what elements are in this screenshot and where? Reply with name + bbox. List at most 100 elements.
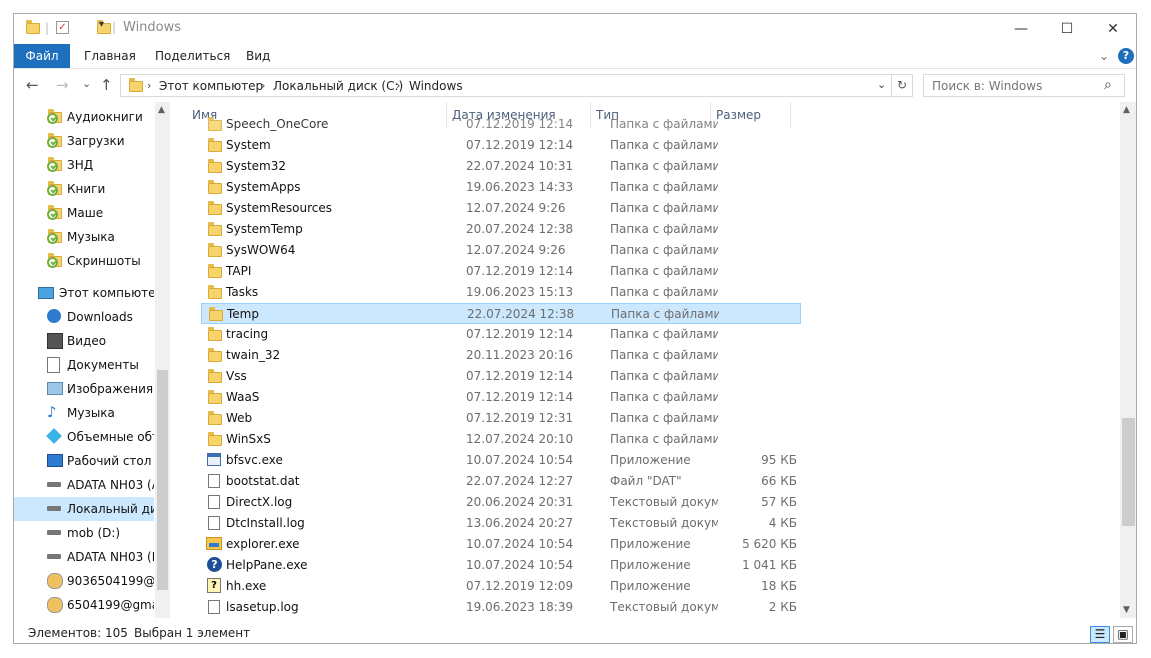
sidebar-item[interactable]: Музыка [14,225,154,249]
customize-toolbar-icon[interactable]: ▾ [99,19,104,35]
sidebar-item-label: Рабочий стол [67,454,152,468]
tab-home[interactable]: Главная [84,44,136,68]
file-type: Папка с файлами [610,138,718,152]
file-row[interactable]: Speech_OneCore 07.12.2019 12:14 Папка с фа… [201,114,801,135]
sidebar-item[interactable]: Аудиокниги [14,105,154,129]
sidebar-item[interactable]: ADATA NH03 (A: [14,473,154,497]
file-row[interactable]: lsasetup.log 19.06.2023 18:39 Текстовый до… [201,597,801,618]
file-date: 07.12.2019 12:14 [466,264,574,278]
file-date: 10.07.2024 10:54 [466,558,574,572]
file-row[interactable]: Temp 22.07.2024 12:38 Папка с файлами [201,303,801,324]
sidebar-item[interactable]: Этот компьютер [14,281,154,305]
file-date: 10.07.2024 10:54 [466,453,574,467]
scrollbar-thumb[interactable] [1122,418,1135,526]
properties-icon[interactable]: ✓ [56,21,69,34]
file-row[interactable]: WaaS 07.12.2019 12:14 Папка с файлами [201,387,801,408]
file-row[interactable]: SystemApps 19.06.2023 14:33 Папка с файлам… [201,177,801,198]
sidebar-item[interactable]: Загрузки [14,129,154,153]
sidebar-item[interactable]: Документы [14,353,154,377]
forward-button[interactable]: → [56,76,69,94]
file-row[interactable]: ? hh.exe 07.12.2019 12:09 Приложение 18 КБ [201,576,801,597]
file-row[interactable]: System 07.12.2019 12:14 Папка с файлами [201,135,801,156]
file-row[interactable]: tracing 07.12.2019 12:14 Папка с файлами [201,324,801,345]
file-name: SystemTemp [226,222,303,236]
sidebar-item[interactable]: Видео [14,329,154,353]
navigation-scrollbar[interactable]: ▲ [155,102,170,618]
sidebar-item[interactable]: Маше [14,201,154,225]
file-row[interactable]: bfsvc.exe 10.07.2024 10:54 Приложение 95 КБ [201,450,801,471]
file-name: DirectX.log [226,495,293,509]
sidebar-item[interactable]: Книги [14,177,154,201]
file-row[interactable]: Web 07.12.2019 12:31 Папка с файлами [201,408,801,429]
sidebar-item-label: Музыка [67,230,115,244]
tab-share[interactable]: Поделиться [155,44,230,68]
back-button[interactable]: ← [26,76,39,94]
search-input[interactable] [930,78,1104,94]
folder-icon [208,201,222,215]
sidebar-item[interactable]: Объемные объ [14,425,154,449]
file-list-scrollbar[interactable]: ▲ ▼ [1120,102,1136,618]
scroll-down-icon[interactable]: ▼ [1123,605,1130,615]
scrollbar-thumb[interactable] [157,370,168,590]
file-date: 10.07.2024 10:54 [466,537,574,551]
scroll-up-icon[interactable]: ▲ [158,105,165,115]
sidebar-item-label: Объемные объ [67,430,154,444]
file-row[interactable]: ? HelpPane.exe 10.07.2024 10:54 Приложение 1… [201,555,801,576]
sidebar-item[interactable]: Рабочий стол [14,449,154,473]
sidebar-item[interactable]: mob (D:) [14,521,154,545]
close-button[interactable]: ✕ [1090,14,1136,44]
video-icon [47,333,63,349]
file-row[interactable]: DirectX.log 20.06.2024 20:31 Текстовый док… [201,492,801,513]
help-icon[interactable]: ? [1118,48,1134,64]
explorer-window: | ✓ ▾ | Windows — ☐ ✕ Файл Главная Подел… [13,13,1137,644]
file-row[interactable]: DtcInstall.log 13.06.2024 20:27 Текстовый … [201,513,801,534]
breadcrumb-this-pc[interactable]: Этот компьютер [159,79,263,93]
scroll-up-icon[interactable]: ▲ [1123,105,1130,115]
file-row[interactable]: WinSxS 12.07.2024 20:10 Папка с файлами [201,429,801,450]
file-row[interactable]: TAPI 07.12.2019 12:14 Папка с файлами [201,261,801,282]
file-size: 57 КБ [761,495,797,509]
sidebar-item[interactable]: ADATA NH03 (E: [14,545,154,569]
file-type: Папка с файлами [611,307,719,321]
breadcrumb-separator[interactable]: › [261,79,265,92]
address-bar[interactable]: › Этот компьютер › Локальный диск (C:) ›… [120,74,892,97]
refresh-button[interactable]: ↻ [891,74,913,97]
breadcrumb-separator[interactable]: › [396,79,400,92]
file-row[interactable]: Tasks 19.06.2023 15:13 Папка с файлами [201,282,801,303]
file-list: ⌃ Имя Дата изменения Тип Размер Speech_O… [187,102,1120,618]
file-row[interactable]: SystemTemp 20.07.2024 12:38 Папка с файлам… [201,219,801,240]
file-row[interactable]: System32 22.07.2024 10:31 Папка с файлами [201,156,801,177]
sidebar-item[interactable]: Скриншоты [14,249,154,273]
maximize-button[interactable]: ☐ [1044,14,1090,44]
sidebar-item[interactable]: ЗНД [14,153,154,177]
breadcrumb-local-disk[interactable]: Локальный диск (C:) [273,79,403,93]
file-row[interactable]: explorer.exe 10.07.2024 10:54 Приложение 5 … [201,534,801,555]
file-row[interactable]: Vss 07.12.2019 12:14 Папка с файлами [201,366,801,387]
tab-file[interactable]: Файл [14,44,70,68]
breadcrumb-windows[interactable]: Windows [409,79,463,93]
file-row[interactable]: SystemResources 12.07.2024 9:26 Папка с фа… [201,198,801,219]
file-name: Speech_OneCore [226,117,329,131]
file-date: 12.07.2024 9:26 [466,201,566,215]
search-box[interactable]: ⌕ [923,74,1125,97]
address-dropdown-icon[interactable]: ⌄ [877,78,886,91]
file-size: 2 КБ [768,600,797,614]
search-icon[interactable]: ⌕ [1104,77,1112,93]
sidebar-item[interactable]: Локальный дис [14,497,154,521]
sidebar-item[interactable]: Downloads [14,305,154,329]
up-button[interactable]: ↑ [100,76,113,94]
file-row[interactable]: SysWOW64 12.07.2024 9:26 Папка с файлами [201,240,801,261]
large-icons-view-icon[interactable]: ▣ [1113,626,1133,643]
recent-locations-button[interactable]: ⌄ [82,77,91,90]
ribbon-collapse-icon[interactable]: ⌄ [1099,44,1109,68]
minimize-button[interactable]: — [998,14,1044,44]
sidebar-item[interactable]: 6504199@gmail. [14,593,154,617]
details-view-icon[interactable]: ☰ [1090,626,1110,643]
sidebar-item[interactable]: Изображения [14,377,154,401]
file-row[interactable]: bootstat.dat 22.07.2024 12:27 Файл "DAT" 66… [201,471,801,492]
tab-view[interactable]: Вид [246,44,270,68]
sidebar-item[interactable]: 9036504199@ma [14,569,154,593]
sidebar-item[interactable]: ♪ Музыка [14,401,154,425]
file-type: Папка с файлами [610,327,718,341]
file-row[interactable]: twain_32 20.11.2023 20:16 Папка с файлами [201,345,801,366]
